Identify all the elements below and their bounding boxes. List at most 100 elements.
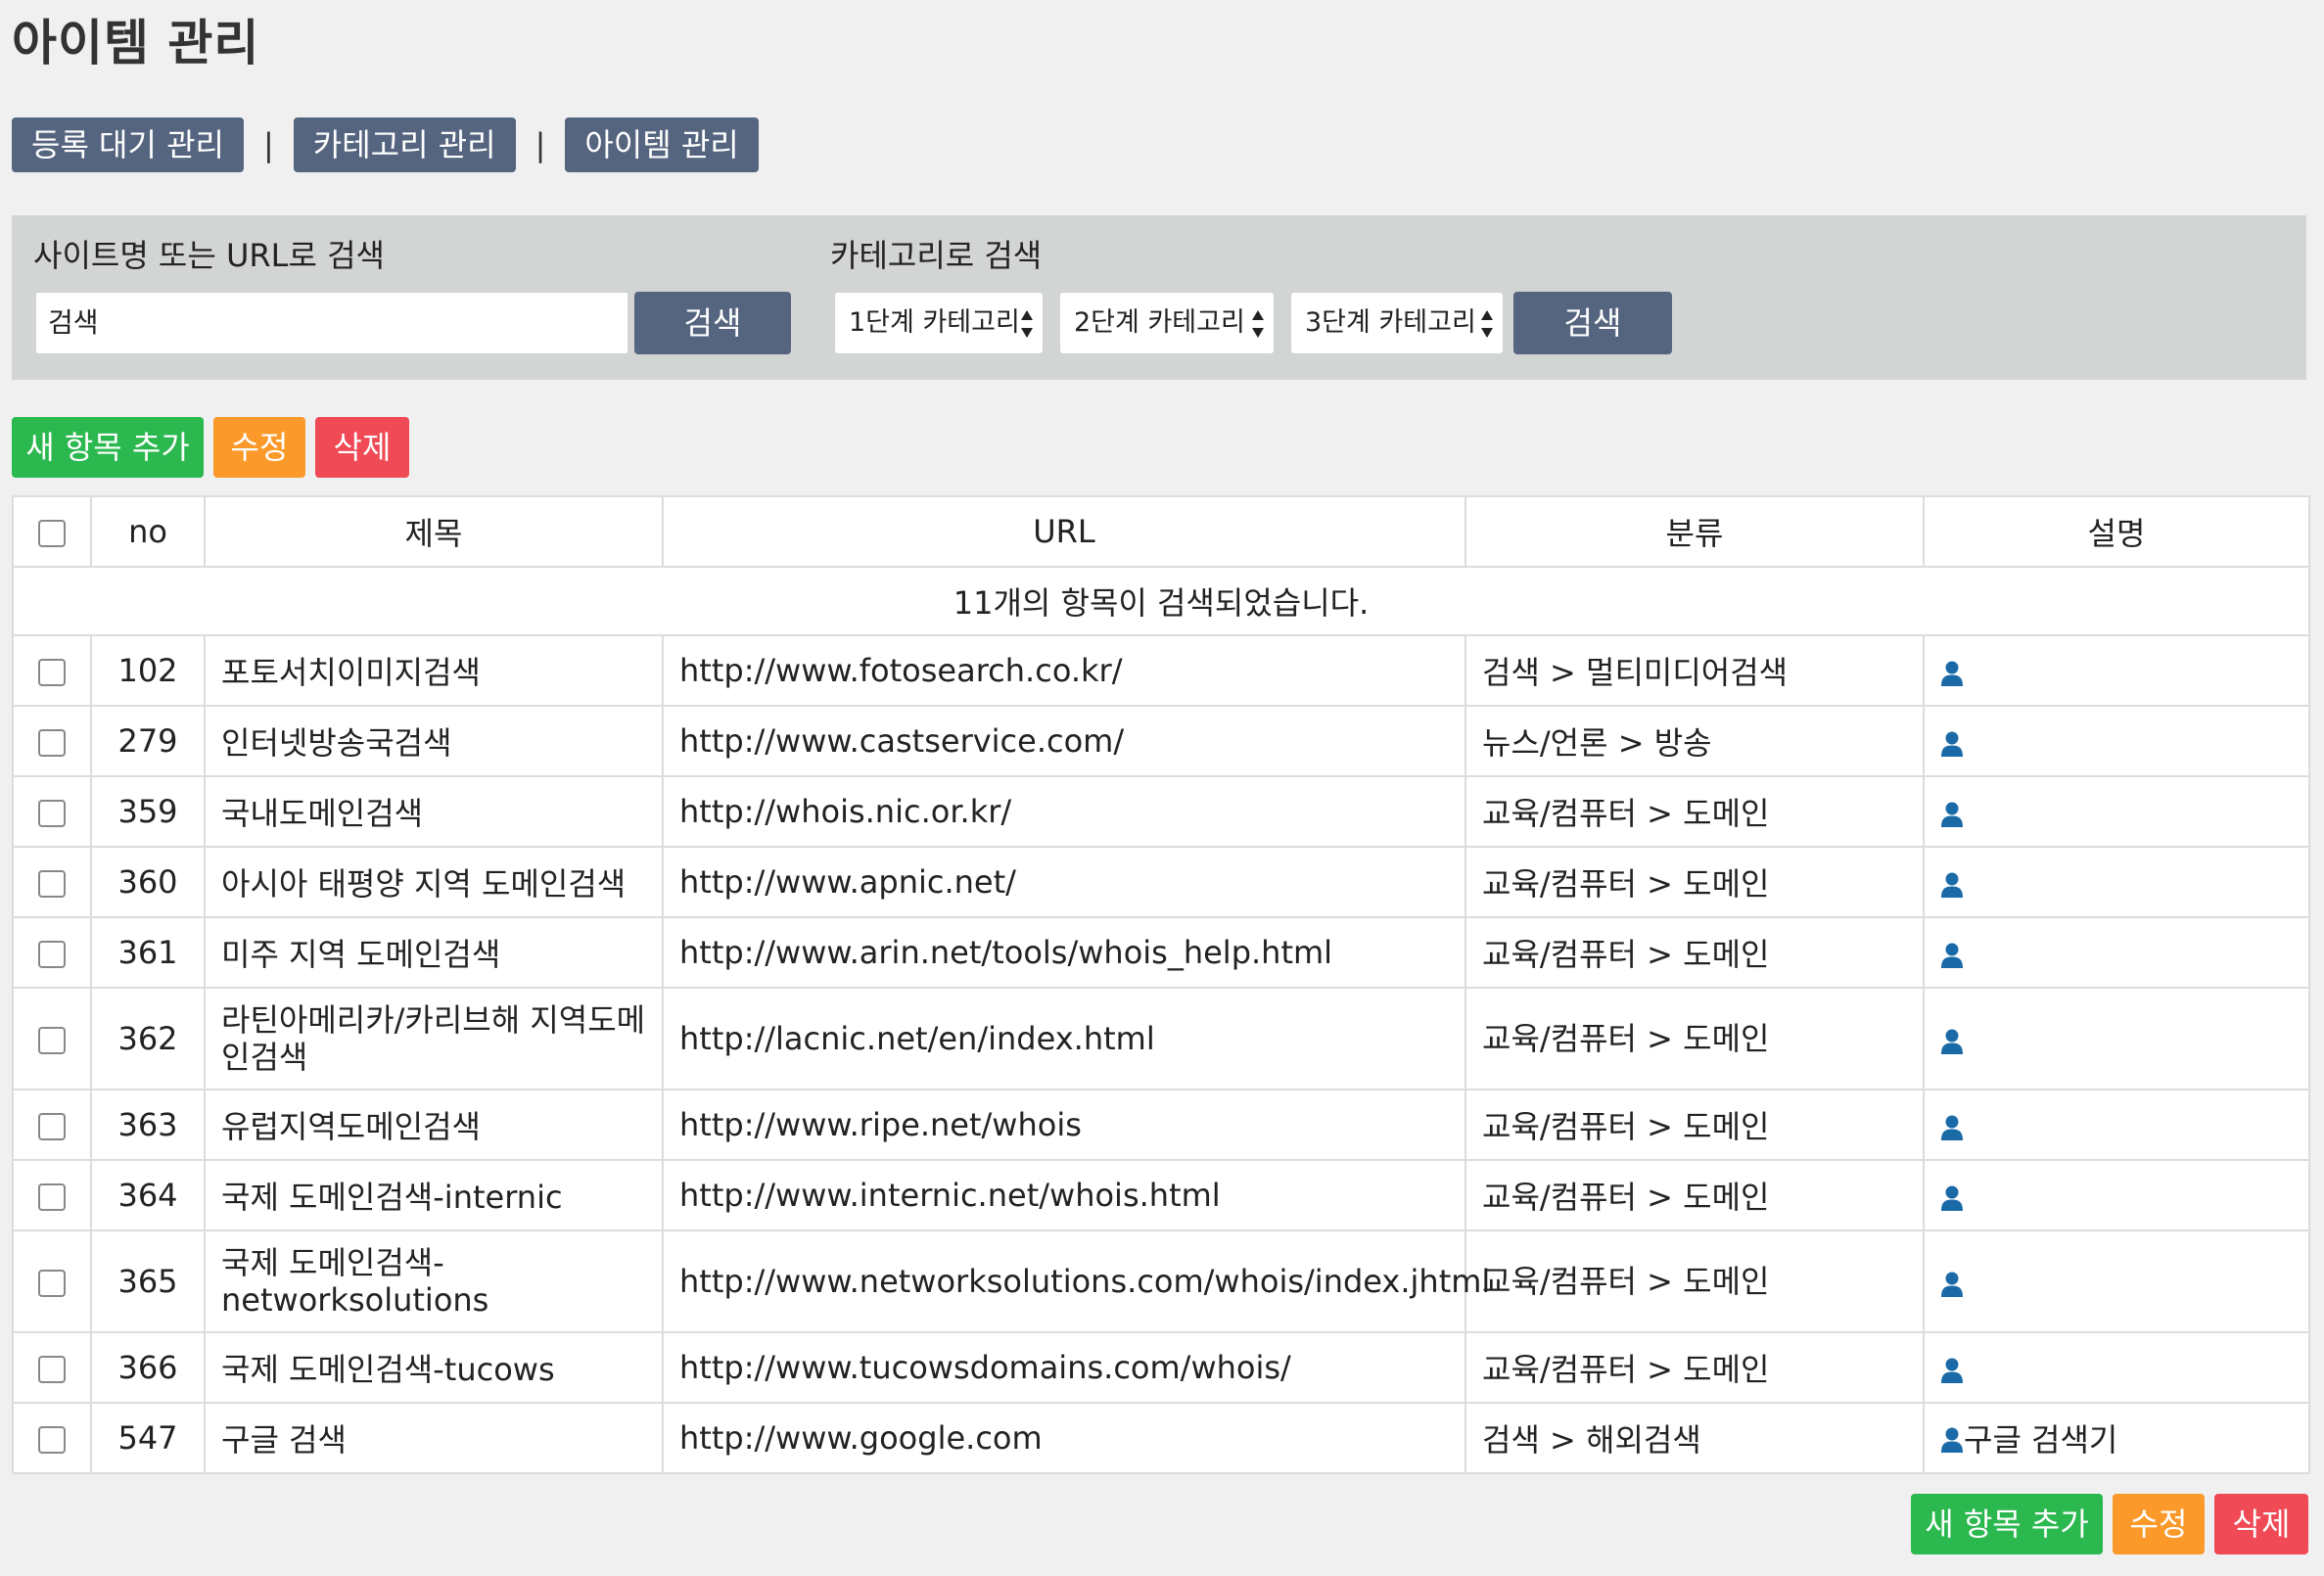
select-arrows-icon xyxy=(1252,310,1264,338)
nav-items-button[interactable]: 아이템 관리 xyxy=(565,117,759,172)
row-description xyxy=(1923,1159,2310,1231)
category-level3-value: 3단계 카테고리 xyxy=(1305,307,1476,338)
site-search-input[interactable]: 검색 xyxy=(35,292,628,354)
site-search-button[interactable]: 검색 xyxy=(634,292,791,354)
row-title: 구글 검색 xyxy=(204,1402,664,1474)
category-level2-select[interactable]: 2단계 카테고리 xyxy=(1059,292,1275,354)
row-description-text: 구글 검색기 xyxy=(1964,1421,2118,1459)
row-title: 국내도메인검색 xyxy=(204,775,664,848)
row-url: http://www.ripe.net/whois xyxy=(662,1089,1466,1161)
row-title: 유럽지역도메인검색 xyxy=(204,1089,664,1161)
row-title: 아시아 태평양 지역 도메인검색 xyxy=(204,846,664,918)
row-no: 547 xyxy=(90,1402,206,1474)
edit-button[interactable]: 수정 xyxy=(213,417,305,478)
user-icon[interactable] xyxy=(1940,940,1964,968)
table-row[interactable]: 365 국제 도메인검색-networksolutions http://www… xyxy=(12,1229,2310,1333)
row-url: http://www.internic.net/whois.html xyxy=(662,1159,1466,1231)
row-checkbox[interactable] xyxy=(38,1027,66,1054)
table-row[interactable]: 279 인터넷방송국검색 http://www.castservice.com/… xyxy=(12,705,2310,777)
row-checkbox[interactable] xyxy=(38,1270,66,1297)
category-level3-select[interactable]: 3단계 카테고리 xyxy=(1290,292,1504,354)
row-no: 365 xyxy=(90,1229,206,1333)
row-category: 교육/컴퓨터 > 도메인 xyxy=(1464,1331,1925,1404)
row-title: 미주 지역 도메인검색 xyxy=(204,916,664,989)
user-icon[interactable] xyxy=(1940,1182,1964,1211)
row-description: 구글 검색기 xyxy=(1923,1402,2310,1474)
site-search-label: 사이트명 또는 URL로 검색 xyxy=(33,237,385,274)
row-category: 검색 > 해외검색 xyxy=(1464,1402,1925,1474)
select-all-checkbox[interactable] xyxy=(38,520,66,547)
row-url: http://www.castservice.com/ xyxy=(662,705,1466,777)
row-description xyxy=(1923,1331,2310,1404)
column-header-no: no xyxy=(90,495,206,568)
select-arrows-icon xyxy=(1021,310,1033,338)
row-url: http://www.arin.net/tools/whois_help.htm… xyxy=(662,916,1466,989)
row-url: http://www.fotosearch.co.kr/ xyxy=(662,634,1466,707)
user-icon[interactable] xyxy=(1940,1269,1964,1297)
row-url: http://www.networksolutions.com/whois/in… xyxy=(662,1229,1490,1333)
row-checkbox[interactable] xyxy=(38,1183,66,1211)
row-checkbox[interactable] xyxy=(38,941,66,968)
page-title: 아이템 관리 xyxy=(12,15,260,71)
row-checkbox[interactable] xyxy=(38,659,66,686)
row-title: 국제 도메인검색-internic xyxy=(204,1159,664,1231)
nav-pending-button[interactable]: 등록 대기 관리 xyxy=(12,117,244,172)
user-icon[interactable] xyxy=(1940,728,1964,757)
select-arrows-icon xyxy=(1481,310,1493,338)
category-level1-select[interactable]: 1단계 카테고리 xyxy=(834,292,1044,354)
row-category: 교육/컴퓨터 > 도메인 xyxy=(1464,846,1925,918)
user-icon[interactable] xyxy=(1940,1112,1964,1140)
row-checkbox[interactable] xyxy=(38,729,66,757)
nav-separator: | xyxy=(535,126,546,163)
row-description xyxy=(1923,775,2310,848)
delete-button[interactable]: 삭제 xyxy=(315,417,409,478)
row-url: http://www.google.com xyxy=(662,1402,1466,1474)
row-category: 교육/컴퓨터 > 도메인 xyxy=(1464,1229,1925,1333)
user-icon[interactable] xyxy=(1940,1026,1964,1054)
table-header-row: no 제목 URL 분류 설명 xyxy=(12,495,2310,568)
table-row[interactable]: 364 국제 도메인검색-internic http://www.interni… xyxy=(12,1159,2310,1231)
table-row[interactable]: 359 국내도메인검색 http://whois.nic.or.kr/ 교육/컴… xyxy=(12,775,2310,848)
table-row[interactable]: 366 국제 도메인검색-tucows http://www.tucowsdom… xyxy=(12,1331,2310,1404)
row-description xyxy=(1923,987,2310,1090)
row-description xyxy=(1923,1229,2310,1333)
add-item-button[interactable]: 새 항목 추가 xyxy=(12,417,204,478)
row-url: http://www.apnic.net/ xyxy=(662,846,1466,918)
row-no: 366 xyxy=(90,1331,206,1404)
row-description xyxy=(1923,705,2310,777)
user-icon[interactable] xyxy=(1940,1355,1964,1383)
row-no: 361 xyxy=(90,916,206,989)
user-icon[interactable] xyxy=(1940,658,1964,686)
row-title: 라틴아메리카/카리브해 지역도메인검색 xyxy=(204,987,664,1090)
delete-button-bottom[interactable]: 삭제 xyxy=(2214,1494,2308,1554)
search-panel: 사이트명 또는 URL로 검색 검색 검색 카테고리로 검색 1단계 카테고리 … xyxy=(12,215,2306,380)
select-all-cell xyxy=(12,495,92,568)
result-message: 11개의 항목이 검색되었습니다. xyxy=(12,566,2310,636)
user-icon[interactable] xyxy=(1940,799,1964,827)
user-icon[interactable] xyxy=(1940,1424,1964,1453)
table-row[interactable]: 363 유럽지역도메인검색 http://www.ripe.net/whois … xyxy=(12,1089,2310,1161)
nav-category-button[interactable]: 카테고리 관리 xyxy=(293,117,516,172)
row-checkbox[interactable] xyxy=(38,1426,66,1454)
table-row[interactable]: 361 미주 지역 도메인검색 http://www.arin.net/tool… xyxy=(12,916,2310,989)
row-checkbox[interactable] xyxy=(38,870,66,898)
top-nav: 등록 대기 관리 | 카테고리 관리 | 아이템 관리 xyxy=(12,117,759,172)
items-table: no 제목 URL 분류 설명 11개의 항목이 검색되었습니다. 102 포토… xyxy=(12,495,2310,1474)
user-icon[interactable] xyxy=(1940,869,1964,898)
row-category: 뉴스/언론 > 방송 xyxy=(1464,705,1925,777)
edit-button-bottom[interactable]: 수정 xyxy=(2113,1494,2205,1554)
table-row[interactable]: 362 라틴아메리카/카리브해 지역도메인검색 http://lacnic.ne… xyxy=(12,987,2310,1090)
column-header-category: 분류 xyxy=(1464,495,1925,568)
row-no: 362 xyxy=(90,987,206,1090)
table-row[interactable]: 360 아시아 태평양 지역 도메인검색 http://www.apnic.ne… xyxy=(12,846,2310,918)
row-checkbox[interactable] xyxy=(38,1113,66,1140)
column-header-title: 제목 xyxy=(204,495,664,568)
row-checkbox[interactable] xyxy=(38,1356,66,1383)
category-search-button[interactable]: 검색 xyxy=(1513,292,1672,354)
table-row[interactable]: 102 포토서치이미지검색 http://www.fotosearch.co.k… xyxy=(12,634,2310,707)
category-search-label: 카테고리로 검색 xyxy=(830,237,1043,274)
row-no: 363 xyxy=(90,1089,206,1161)
add-item-button-bottom[interactable]: 새 항목 추가 xyxy=(1911,1494,2103,1554)
table-row[interactable]: 547 구글 검색 http://www.google.com 검색 > 해외검… xyxy=(12,1402,2310,1474)
row-checkbox[interactable] xyxy=(38,800,66,827)
